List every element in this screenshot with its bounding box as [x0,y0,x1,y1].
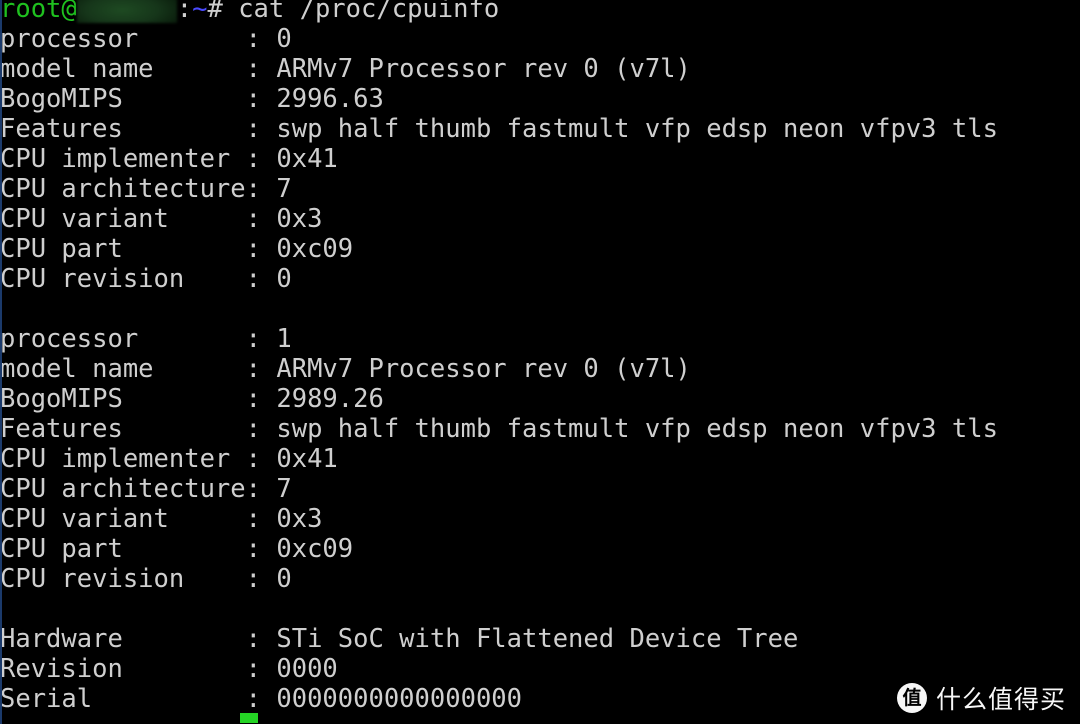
field-key: CPU implementer [0,144,246,174]
field-value: 0x41 [276,144,338,174]
field-key: CPU variant [0,504,246,534]
prompt-path: ~ [192,0,208,24]
field-key: BogoMIPS [0,384,246,414]
window-left-border [0,0,2,724]
field-value: 1 [276,324,292,354]
cpuinfo-line-model-name-1: model name : ARMv7 Processor rev 0 (v7l) [0,354,1080,384]
field-key: CPU implementer [0,444,246,474]
field-value: 0x3 [276,204,323,234]
field-separator: : [245,24,277,54]
field-key: BogoMIPS [0,84,246,114]
field-key: Revision [0,654,246,684]
cpuinfo-line-features-0: Features : swp half thumb fastmult vfp e… [0,114,1080,144]
field-value: 2996.63 [276,84,384,114]
watermark: 值 什么值得买 [896,680,1066,716]
cpuinfo-line-cpu-architecture-1: CPU architecture: 7 [0,474,1080,504]
field-separator: : [245,414,277,444]
cpuinfo-line-cpu-revision-0: CPU revision : 0 [0,264,1080,294]
field-separator: : [245,444,277,474]
watermark-text: 什么值得买 [935,685,1066,714]
field-key: CPU part [0,534,246,564]
terminal-output-area[interactable]: root@:~# cat /proc/cpuinfo processor : 0… [0,0,1080,724]
cpuinfo-line-features-1: Features : swp half thumb fastmult vfp e… [0,414,1080,444]
smzdm-logo-icon: 值 [896,683,927,713]
cpuinfo-line-cpu-variant-1: CPU variant : 0x3 [0,504,1080,534]
field-value: ARMv7 Processor rev 0 (v7l) [276,54,691,84]
field-value: STi SoC with Flattened Device Tree [276,624,799,654]
field-separator: : [245,204,277,234]
field-value: 0xc09 [276,534,354,564]
field-separator: : [245,624,277,654]
field-value: 0 [276,564,292,594]
cpuinfo-line-bogomips-1: BogoMIPS : 2989.26 [0,384,1080,414]
field-value: 2989.26 [276,384,384,414]
field-separator: : [245,144,277,174]
field-separator: : [245,564,277,594]
field-value: 0000 [276,654,338,684]
prompt-line: root@:~# cat /proc/cpuinfo [0,0,1080,24]
field-key: processor [0,24,246,54]
cpuinfo-blank-line [0,594,1080,624]
field-separator: : [245,654,277,684]
field-value: swp half thumb fastmult vfp edsp neon vf… [276,114,998,144]
field-key: model name [0,354,246,384]
cpuinfo-line-bogomips-0: BogoMIPS : 2996.63 [0,84,1080,114]
field-key: CPU revision [0,564,246,594]
field-key: Features [0,414,246,444]
field-separator: : [245,384,277,414]
field-separator: : [245,684,277,714]
cpuinfo-blank-line [0,294,1080,324]
field-key: Features [0,114,246,144]
field-value: 0 [276,264,292,294]
field-separator: : [245,534,277,564]
prompt-host-redacted [76,0,177,23]
field-value: swp half thumb fastmult vfp edsp neon vf… [276,414,998,444]
prompt-colon: : [176,0,193,24]
field-separator: : [245,174,277,204]
cpuinfo-line-cpu-implementer-0: CPU implementer : 0x41 [0,144,1080,174]
prompt-user: root@ [0,0,77,24]
field-value: 0x41 [276,444,338,474]
field-separator: : [245,234,277,264]
prompt-command: cat /proc/cpuinfo [222,0,500,24]
field-separator: : [245,324,277,354]
field-key: model name [0,54,246,84]
cpuinfo-line-hardware: Hardware : STi SoC with Flattened Device… [0,624,1080,654]
cpuinfo-line-cpu-variant-0: CPU variant : 0x3 [0,204,1080,234]
field-key: CPU part [0,234,246,264]
field-key: CPU architecture [0,474,246,504]
field-separator: : [245,264,277,294]
cpuinfo-line-processor-0: processor : 0 [0,24,1080,54]
field-key: CPU architecture [0,174,246,204]
cpuinfo-line-model-name-0: model name : ARMv7 Processor rev 0 (v7l) [0,54,1080,84]
field-value: 0xc09 [276,234,354,264]
field-key: CPU revision [0,264,246,294]
field-separator: : [245,114,277,144]
field-separator: : [245,504,277,534]
field-key: Serial [0,684,246,714]
prompt-sigil: # [207,0,223,24]
field-separator: : [245,54,277,84]
cpuinfo-line-cpu-part-0: CPU part : 0xc09 [0,234,1080,264]
field-value: 7 [276,474,292,504]
cpuinfo-line-cpu-architecture-0: CPU architecture: 7 [0,174,1080,204]
field-separator: : [245,354,277,384]
field-separator: : [245,474,277,504]
field-value: 0000000000000000 [276,684,522,714]
cpuinfo-line-cpu-part-1: CPU part : 0xc09 [0,534,1080,564]
field-value: 7 [276,174,292,204]
field-value: 0x3 [276,504,323,534]
cpuinfo-line-cpu-revision-1: CPU revision : 0 [0,564,1080,594]
field-key: Hardware [0,624,246,654]
field-key: processor [0,324,246,354]
field-value: ARMv7 Processor rev 0 (v7l) [276,354,691,384]
field-key: CPU variant [0,204,246,234]
cpuinfo-line-processor-1: processor : 1 [0,324,1080,354]
field-separator: : [245,84,277,114]
field-value: 0 [276,24,292,54]
terminal-cursor [240,713,258,723]
cpuinfo-line-cpu-implementer-1: CPU implementer : 0x41 [0,444,1080,474]
